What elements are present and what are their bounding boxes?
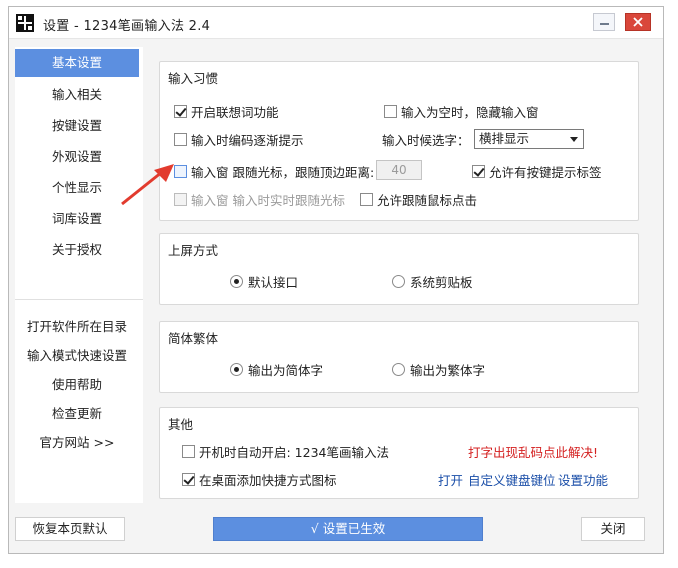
autostart-checkbox[interactable]: 开机时自动开启: 1234笔画输入法: [182, 442, 389, 461]
radio-circle[interactable]: [392, 363, 405, 376]
checkbox-box[interactable]: [182, 473, 195, 486]
settings-applied-button[interactable]: √ 设置已生效: [213, 517, 483, 541]
radio-circle[interactable]: [392, 275, 405, 288]
main-panel: 输入习惯 开启联想词功能 输入为空时，隐藏输入窗 输入时编码逐渐提示 输入时候选…: [149, 47, 659, 507]
open-link[interactable]: 打开: [438, 470, 463, 489]
chevron-down-icon: [570, 137, 578, 142]
radio-label: 输出为繁体字: [410, 363, 486, 378]
hide-when-empty-checkbox[interactable]: 输入为空时，隐藏输入窗: [384, 102, 539, 121]
select-value: 横排显示: [479, 131, 530, 146]
allow-mouse-click-checkbox[interactable]: 允许跟随鼠标点击: [360, 190, 477, 209]
radio-circle[interactable]: [230, 275, 243, 288]
settings-feature-link[interactable]: 设置功能: [558, 470, 608, 489]
close-window-button[interactable]: [625, 13, 651, 31]
footer-bar: 恢复本页默认 √ 设置已生效 关闭: [9, 511, 663, 555]
group-title-charset: 简体繁体: [168, 331, 219, 346]
allow-key-hint-checkbox[interactable]: 允许有按键提示标签: [472, 162, 602, 181]
group-title-other: 其他: [168, 417, 194, 432]
checkbox-label: 允许跟随鼠标点击: [377, 193, 478, 208]
sidebar: 基本设置 输入相关 按键设置 外观设置 个性显示 词库设置 关于授权 打开软件所…: [15, 47, 143, 503]
sidebar-divider: [15, 299, 143, 300]
checkbox-box[interactable]: [174, 105, 187, 118]
checkbox-label: 在桌面添加快捷方式图标: [199, 473, 337, 488]
checkbox-box[interactable]: [384, 105, 397, 118]
close-button[interactable]: 关闭: [581, 517, 645, 541]
group-title-input-habits: 输入习惯: [168, 71, 219, 86]
radio-label: 默认接口: [248, 275, 299, 290]
checkbox-label: 输入时编码逐渐提示: [191, 133, 304, 148]
title-bar[interactable]: 设置 - 1234笔画输入法 2.4: [9, 7, 663, 39]
group-title-commit-method: 上屏方式: [168, 243, 219, 258]
traditional-radio[interactable]: 输出为繁体字: [392, 360, 485, 379]
checkbox-box[interactable]: [360, 193, 373, 206]
garbled-fix-link[interactable]: 打字出现乱码点此解决!: [468, 442, 598, 461]
check-update-link[interactable]: 检查更新: [15, 402, 139, 426]
official-site-link[interactable]: 官方网站 >>: [15, 431, 139, 455]
commit-method-group: 上屏方式 默认接口 系统剪贴板: [159, 233, 639, 305]
input-habits-group: 输入习惯 开启联想词功能 输入为空时，隐藏输入窗 输入时编码逐渐提示 输入时候选…: [159, 61, 639, 221]
annotation-arrow-icon: [121, 164, 174, 206]
checkbox-label: 输入为空时，隐藏输入窗: [401, 105, 539, 120]
realtime-follow-checkbox[interactable]: 输入窗 输入时实时跟随光标: [174, 190, 345, 209]
sidebar-item-key-settings[interactable]: 按键设置: [15, 112, 139, 140]
follow-cursor-checkbox[interactable]: 输入窗 跟随光标，跟随顶边距离:: [174, 162, 374, 181]
app-logo-icon: [16, 14, 34, 32]
radio-circle[interactable]: [230, 363, 243, 376]
checkbox-label: 开机时自动开启: 1234笔画输入法: [199, 445, 389, 460]
close-icon: [633, 17, 643, 27]
quick-mode-setup-link[interactable]: 输入模式快速设置: [15, 344, 139, 368]
checkbox-label: 输入窗 输入时实时跟随光标: [191, 193, 345, 208]
radio-label: 输出为简体字: [248, 363, 324, 378]
checkbox-box[interactable]: [472, 165, 485, 178]
sidebar-item-about-license[interactable]: 关于授权: [15, 236, 139, 264]
candidate-label: 输入时候选字：: [382, 133, 470, 148]
open-install-folder-link[interactable]: 打开软件所在目录: [15, 315, 139, 339]
desktop-shortcut-checkbox[interactable]: 在桌面添加快捷方式图标: [182, 470, 337, 489]
other-group: 其他 开机时自动开启: 1234笔画输入法 打字出现乱码点此解决! 在桌面添加快…: [159, 407, 639, 499]
window-title: 设置 - 1234笔画输入法 2.4: [43, 19, 211, 34]
checkbox-label: 允许有按键提示标签: [489, 165, 602, 180]
help-link[interactable]: 使用帮助: [15, 373, 139, 397]
minimize-button[interactable]: [593, 13, 615, 31]
radio-label: 系统剪贴板: [410, 275, 473, 290]
sidebar-item-input-related[interactable]: 输入相关: [15, 81, 139, 109]
settings-window: 设置 - 1234笔画输入法 2.4 基本设置 输入相关 按键设置 外观设置 个…: [8, 6, 664, 554]
checkbox-box[interactable]: [182, 445, 195, 458]
restore-defaults-button[interactable]: 恢复本页默认: [15, 517, 125, 541]
enable-association-checkbox[interactable]: 开启联想词功能: [174, 102, 279, 121]
checkbox-box[interactable]: [174, 133, 187, 146]
sidebar-item-basic-settings[interactable]: 基本设置: [15, 49, 139, 77]
default-interface-radio[interactable]: 默认接口: [230, 272, 298, 291]
simplified-radio[interactable]: 输出为简体字: [230, 360, 323, 379]
follow-distance-input[interactable]: 40: [376, 160, 422, 180]
charset-group: 简体繁体 输出为简体字 输出为繁体字: [159, 321, 639, 393]
code-hint-checkbox[interactable]: 输入时编码逐渐提示: [174, 130, 304, 149]
candidate-layout-select[interactable]: 横排显示: [474, 129, 584, 149]
clipboard-radio[interactable]: 系统剪贴板: [392, 272, 473, 291]
custom-key-link[interactable]: 自定义键盘键位: [468, 470, 556, 489]
checkbox-label: 开启联想词功能: [191, 105, 279, 120]
checkbox-label: 输入窗 跟随光标，跟随顶边距离:: [191, 165, 375, 180]
